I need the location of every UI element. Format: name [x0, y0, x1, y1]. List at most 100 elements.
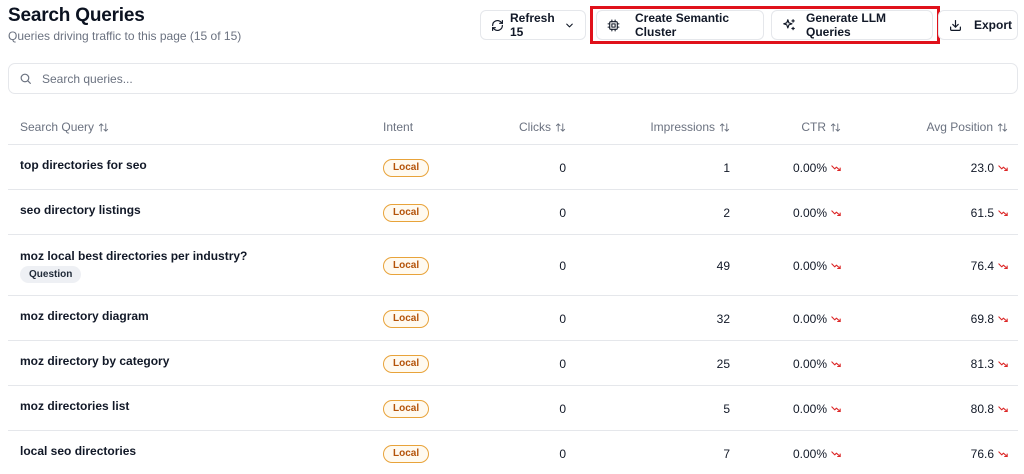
search-icon — [20, 73, 31, 84]
query-text: moz directory by category — [20, 353, 170, 368]
trend-down-icon — [831, 361, 841, 368]
sort-icon — [997, 122, 1008, 132]
column-header-clicks[interactable]: Clicks — [519, 120, 566, 134]
ctr-value: 0.00% — [792, 311, 827, 326]
clicks-value: 0 — [559, 401, 566, 416]
impressions-value: 1 — [723, 160, 730, 175]
ctr-cell: 0.00% — [793, 357, 841, 371]
avg-position-value: 80.8 — [970, 401, 994, 416]
trend-down-icon — [998, 316, 1008, 323]
intent-badge: Local — [383, 256, 430, 275]
intent-badge: Local — [383, 203, 430, 222]
clicks-value: 0 — [559, 258, 566, 273]
table-row[interactable]: moz directory by category Local 0 25 0.00% 81… — [8, 341, 1018, 386]
query-text: seo directory listings — [20, 202, 141, 217]
position-cell: 23.0 — [971, 161, 1008, 175]
trend-down-icon — [831, 406, 841, 413]
clicks-value: 0 — [559, 446, 566, 461]
position-cell: 81.3 — [971, 357, 1008, 371]
column-header-label: Search Query — [20, 120, 95, 134]
position-cell: 76.4 — [971, 259, 1008, 273]
table-row[interactable]: moz directories list Local 0 5 0.00% 80.8 — [8, 386, 1018, 431]
page-title: Search Queries — [8, 5, 145, 26]
impressions-value: 25 — [716, 356, 730, 371]
sort-icon — [830, 122, 841, 132]
download-icon — [950, 19, 961, 31]
column-header-ctr[interactable]: CTR — [801, 120, 841, 134]
column-header-search-query[interactable]: Search Query — [20, 120, 109, 134]
sort-icon — [719, 122, 730, 132]
table-row[interactable]: seo directory listings Local 0 2 0.00% 61.5 — [8, 190, 1018, 235]
column-header-label: Clicks — [519, 120, 551, 134]
highlight-box — [590, 6, 940, 44]
trend-down-icon — [998, 165, 1008, 172]
ctr-value: 0.00% — [792, 356, 827, 371]
column-header-impressions[interactable]: Impressions — [650, 120, 730, 134]
table-row[interactable]: moz directory diagram Local 0 32 0.00% 69.8 — [8, 296, 1018, 341]
refresh-icon — [492, 19, 503, 31]
query-text: moz directories list — [20, 398, 130, 413]
ctr-value: 0.00% — [792, 205, 827, 220]
avg-position-value: 23.0 — [970, 160, 994, 175]
ctr-value: 0.00% — [792, 401, 827, 416]
search-box — [8, 63, 1018, 94]
query-text: moz directory diagram — [20, 308, 149, 323]
trend-down-icon — [831, 316, 841, 323]
clicks-value: 0 — [559, 311, 566, 326]
sort-icon — [98, 122, 109, 132]
position-cell: 69.8 — [971, 312, 1008, 326]
intent-badge: Local — [383, 158, 430, 177]
intent-badge: Local — [383, 399, 430, 418]
avg-position-value: 76.6 — [970, 446, 994, 461]
query-text: moz local best directories per industry? — [20, 249, 248, 263]
impressions-value: 32 — [716, 311, 730, 326]
intent-badge: Local — [383, 444, 430, 463]
page-subtitle: Queries driving traffic to this page (15… — [8, 29, 242, 43]
ctr-value: 0.00% — [792, 258, 827, 273]
impressions-value: 5 — [723, 401, 730, 416]
trend-down-icon — [998, 406, 1008, 413]
ctr-cell: 0.00% — [793, 259, 841, 273]
column-header-avg-position[interactable]: Avg Position — [927, 120, 1009, 134]
avg-position-value: 76.4 — [970, 258, 994, 273]
ctr-cell: 0.00% — [793, 402, 841, 416]
impressions-value: 7 — [723, 446, 730, 461]
trend-down-icon — [831, 263, 841, 270]
trend-down-icon — [998, 210, 1008, 217]
column-header-label: Avg Position — [926, 120, 994, 134]
trend-down-icon — [831, 165, 841, 172]
clicks-value: 0 — [559, 205, 566, 220]
ctr-cell: 0.00% — [793, 161, 841, 175]
export-button[interactable]: Export — [938, 10, 1018, 40]
table-row[interactable]: top directories for seo Local 0 1 0.00% 23.0 — [8, 145, 1018, 190]
impressions-value: 49 — [716, 258, 730, 273]
trend-down-icon — [831, 210, 841, 217]
intent-badge: Local — [383, 309, 430, 328]
search-input[interactable] — [42, 71, 942, 86]
query-text: local seo directories — [20, 443, 137, 458]
column-header-label: Impressions — [650, 120, 715, 134]
trend-down-icon — [831, 451, 841, 458]
table-row[interactable]: local seo directories Local 0 7 0.00% 76.6 — [8, 431, 1018, 474]
trend-down-icon — [998, 451, 1008, 458]
ctr-cell: 0.00% — [793, 447, 841, 461]
refresh-button[interactable]: Refresh 15 — [480, 10, 586, 40]
query-text: top directories for seo — [20, 157, 147, 172]
clicks-value: 0 — [559, 356, 566, 371]
table-body: top directories for seo Local 0 1 0.00% 23.0 s… — [8, 145, 1018, 474]
ctr-value: 0.00% — [792, 160, 827, 175]
table-row[interactable]: moz local best directories per industry?… — [8, 235, 1018, 296]
column-header-label: Intent — [383, 120, 414, 134]
position-cell: 80.8 — [971, 402, 1008, 416]
avg-position-value: 69.8 — [970, 311, 994, 326]
column-header-label: CTR — [801, 120, 826, 134]
position-cell: 76.6 — [971, 447, 1008, 461]
sort-icon — [555, 122, 566, 132]
query-type-tag: Question — [20, 266, 82, 283]
ctr-cell: 0.00% — [793, 206, 841, 220]
ctr-value: 0.00% — [792, 446, 827, 461]
column-header-intent: Intent — [383, 120, 413, 134]
queries-table: Search Query Intent Clicks Impressions C… — [8, 108, 1018, 474]
trend-down-icon — [998, 263, 1008, 270]
trend-down-icon — [998, 361, 1008, 368]
